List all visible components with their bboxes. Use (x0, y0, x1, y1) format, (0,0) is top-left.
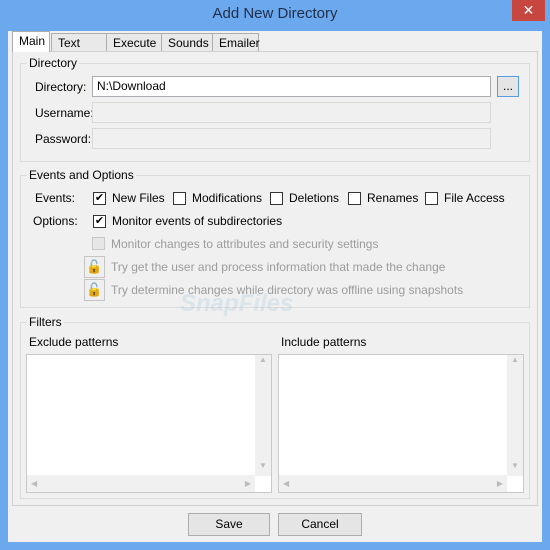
modifications-checkbox[interactable] (173, 192, 186, 205)
vertical-scrollbar[interactable]: ▲ ▼ (255, 355, 271, 476)
try-user-info-label: Try get the user and process information… (111, 260, 446, 274)
directory-input[interactable]: N:\Download (92, 76, 491, 97)
tab-main[interactable]: Main (12, 31, 50, 52)
renames-label: Renames (367, 191, 419, 205)
options-label: Options: (33, 214, 78, 228)
username-label: Username: (35, 106, 94, 120)
monitor-subdirectories-checkbox[interactable]: ✔ (93, 215, 106, 228)
events-label: Events: (35, 191, 76, 205)
close-button[interactable]: ✕ (512, 0, 545, 21)
exclude-patterns-list[interactable]: ▲ ▼ ◀ ▶ (26, 354, 272, 493)
unlock-icon[interactable]: 🔓 (84, 256, 105, 278)
new-files-label: New Files (112, 191, 165, 205)
monitor-attributes-checkbox[interactable] (92, 237, 105, 250)
window-title: Add New Directory (212, 5, 338, 22)
tab-text-log[interactable]: Text Log (51, 33, 107, 64)
include-patterns-label: Include patterns (281, 335, 367, 349)
new-files-checkbox[interactable]: ✔ (93, 192, 106, 205)
snapfiles-watermark: SnapFiles (180, 290, 294, 317)
horizontal-scrollbar[interactable]: ◀ ▶ (279, 475, 507, 492)
horizontal-scrollbar[interactable]: ◀ ▶ (27, 475, 255, 492)
events-group-label: Events and Options (27, 168, 136, 182)
unlock-icon[interactable]: 🔓 (84, 279, 105, 301)
vertical-scrollbar[interactable]: ▲ ▼ (507, 355, 523, 476)
tab-sounds[interactable]: Sounds (161, 33, 213, 52)
exclude-patterns-label: Exclude patterns (29, 335, 119, 349)
monitor-attributes-label: Monitor changes to attributes and securi… (111, 237, 379, 251)
password-input[interactable] (92, 128, 491, 149)
browse-button[interactable]: ... (497, 76, 519, 97)
include-patterns-list[interactable]: ▲ ▼ ◀ ▶ (278, 354, 524, 493)
save-button[interactable]: Save (188, 513, 270, 536)
deletions-label: Deletions (289, 191, 340, 205)
cancel-button[interactable]: Cancel (278, 513, 362, 536)
filters-group-label: Filters (27, 315, 64, 329)
username-input[interactable] (92, 102, 491, 123)
deletions-checkbox[interactable] (270, 192, 283, 205)
renames-checkbox[interactable] (348, 192, 361, 205)
tab-execute[interactable]: Execute (106, 33, 162, 52)
monitor-subdirectories-label: Monitor events of subdirectories (112, 214, 283, 228)
modifications-label: Modifications (192, 191, 263, 205)
file-access-label: File Access (444, 191, 505, 205)
directory-label: Directory: (35, 80, 87, 94)
file-access-checkbox[interactable] (425, 192, 438, 205)
tab-emailer[interactable]: Emailer (212, 33, 260, 52)
directory-group-label: Directory (27, 56, 80, 70)
password-label: Password: (35, 132, 92, 146)
